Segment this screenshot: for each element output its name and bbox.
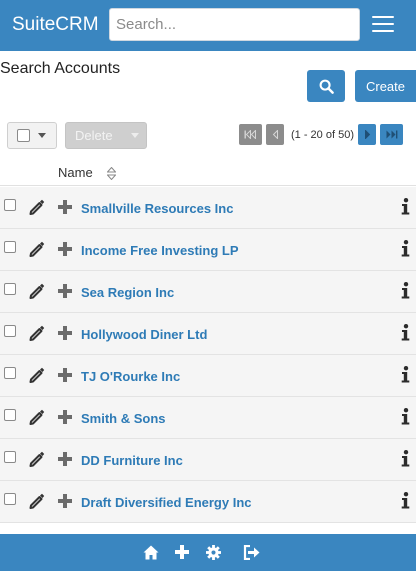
previous-page-button[interactable] (266, 124, 284, 145)
pencil-icon[interactable] (28, 493, 45, 510)
info-icon[interactable] (401, 324, 410, 341)
plus-icon[interactable] (175, 545, 189, 559)
table-row: Smallville Resources Inc (0, 187, 416, 229)
info-icon[interactable] (401, 366, 410, 383)
footer-toolbar (0, 534, 416, 571)
info-icon[interactable] (401, 240, 410, 257)
account-name-link[interactable]: Income Free Investing LP (81, 243, 239, 258)
plus-icon[interactable] (58, 410, 72, 424)
plus-icon[interactable] (58, 284, 72, 298)
column-header-name[interactable]: Name (58, 165, 93, 180)
info-icon[interactable] (401, 408, 410, 425)
pencil-icon[interactable] (28, 451, 45, 468)
gear-icon[interactable] (206, 545, 221, 560)
logout-icon[interactable] (243, 545, 260, 560)
account-name-link[interactable]: Draft Diversified Energy Inc (81, 495, 252, 510)
chevron-down-icon (130, 133, 139, 138)
pencil-icon[interactable] (28, 409, 45, 426)
table-row: Smith & Sons (0, 397, 416, 439)
chevron-down-icon (38, 133, 46, 138)
account-name-link[interactable]: Smith & Sons (81, 411, 166, 426)
row-checkbox[interactable] (4, 409, 16, 421)
account-name-link[interactable]: Smallville Resources Inc (81, 201, 233, 216)
plus-icon[interactable] (58, 494, 72, 508)
table-row: Sea Region Inc (0, 271, 416, 313)
first-page-icon (244, 130, 256, 139)
checkbox-icon (17, 129, 30, 142)
create-button[interactable]: Create (355, 70, 416, 102)
pencil-icon[interactable] (28, 367, 45, 384)
pencil-icon[interactable] (28, 325, 45, 342)
last-page-button[interactable] (380, 124, 403, 145)
account-name-link[interactable]: TJ O'Rourke Inc (81, 369, 180, 384)
table-row: Hollywood Diner Ltd (0, 313, 416, 355)
plus-icon[interactable] (58, 242, 72, 256)
table-header: Name (0, 158, 416, 186)
pencil-icon[interactable] (28, 199, 45, 216)
pagination-info: (1 - 20 of 50) (291, 129, 354, 141)
row-checkbox[interactable] (4, 493, 16, 505)
top-navbar: SuiteCRM (0, 0, 416, 51)
account-name-link[interactable]: DD Furniture Inc (81, 453, 183, 468)
table-row: TJ O'Rourke Inc (0, 355, 416, 397)
accounts-list: Smallville Resources Inc Income Free Inve… (0, 187, 416, 523)
info-icon[interactable] (401, 450, 410, 467)
search-icon (319, 79, 334, 94)
row-checkbox[interactable] (4, 199, 16, 211)
home-icon[interactable] (143, 545, 159, 560)
plus-icon[interactable] (58, 200, 72, 214)
plus-icon[interactable] (58, 452, 72, 466)
pencil-icon[interactable] (28, 283, 45, 300)
global-search-input[interactable] (109, 8, 360, 41)
row-checkbox[interactable] (4, 325, 16, 337)
brand-logo[interactable]: SuiteCRM (12, 14, 99, 36)
account-name-link[interactable]: Sea Region Inc (81, 285, 174, 300)
last-page-icon (386, 130, 398, 139)
plus-icon[interactable] (58, 326, 72, 340)
info-icon[interactable] (401, 198, 410, 215)
bulk-select-dropdown[interactable] (7, 122, 57, 149)
table-row: Draft Diversified Energy Inc (0, 481, 416, 523)
row-checkbox[interactable] (4, 367, 16, 379)
info-icon[interactable] (401, 282, 410, 299)
table-row: DD Furniture Inc (0, 439, 416, 481)
delete-label: Delete (75, 128, 113, 143)
next-page-icon (364, 130, 370, 139)
previous-page-icon (272, 130, 278, 139)
hamburger-icon[interactable] (372, 16, 394, 33)
table-row: Income Free Investing LP (0, 229, 416, 271)
pencil-icon[interactable] (28, 241, 45, 258)
sort-icon[interactable] (107, 167, 116, 180)
delete-button[interactable]: Delete (65, 122, 147, 149)
row-checkbox[interactable] (4, 283, 16, 295)
row-checkbox[interactable] (4, 451, 16, 463)
info-icon[interactable] (401, 492, 410, 509)
row-checkbox[interactable] (4, 241, 16, 253)
plus-icon[interactable] (58, 368, 72, 382)
account-name-link[interactable]: Hollywood Diner Ltd (81, 327, 207, 342)
page-title: Search Accounts (0, 60, 121, 77)
first-page-button[interactable] (239, 124, 262, 145)
next-page-button[interactable] (358, 124, 376, 145)
search-button[interactable] (307, 70, 345, 102)
